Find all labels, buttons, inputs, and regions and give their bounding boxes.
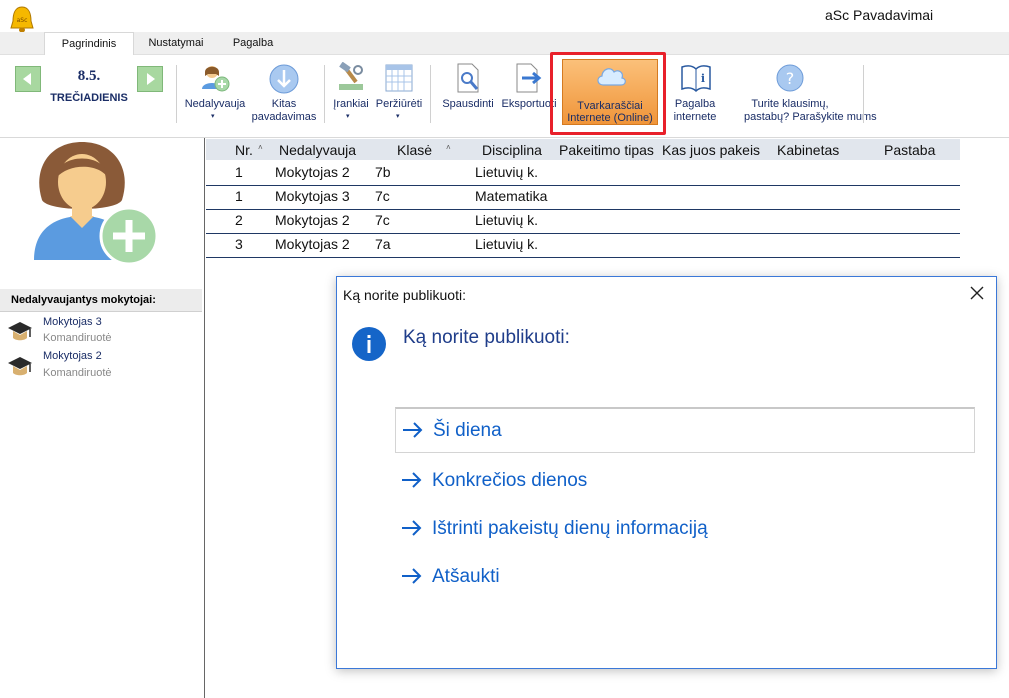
ribbon-separator [324, 65, 325, 123]
feedback-label-2[interactable]: pastabų? Parašykite mums [744, 111, 877, 123]
print-button[interactable]: Spausdinti [436, 98, 500, 110]
option-delete-info[interactable]: Ištrinti pakeistų dienų informaciją [395, 507, 975, 553]
tools-button[interactable]: Įrankiai [329, 98, 373, 110]
tab-pagalba[interactable]: Pagalba [222, 32, 284, 54]
cell-subject: Matematika [475, 188, 548, 204]
cell-subject: Lietuvių k. [475, 236, 539, 252]
svg-text:i: i [701, 72, 705, 85]
column-header-room[interactable]: Kabinetas [777, 142, 839, 158]
cell-class: 7c [375, 212, 390, 228]
svg-text:?: ? [786, 69, 795, 88]
ribbon-separator [430, 65, 431, 123]
sort-ascending-icon[interactable]: ˄ [446, 143, 451, 152]
sort-ascending-icon[interactable]: ˄ [258, 143, 263, 152]
grid-view-icon[interactable] [384, 62, 414, 94]
tools-icon[interactable] [336, 62, 366, 94]
publish-dialog: Ką norite publikuoti: Ką norite publikuo… [336, 276, 997, 669]
cell-nr: 1 [235, 188, 243, 204]
cell-teacher: Mokytojas 2 [275, 212, 350, 228]
ribbon-separator [863, 65, 864, 123]
print-preview-icon[interactable] [454, 62, 484, 94]
absent-teacher-reason: Komandiruotė [43, 367, 112, 379]
column-header-replacement[interactable]: Kas juos pakeis [662, 142, 760, 158]
dialog-heading: Ką norite publikuoti: [403, 327, 570, 348]
cell-teacher: Mokytojas 2 [275, 164, 350, 180]
cell-class: 7c [375, 188, 390, 204]
close-icon[interactable] [965, 281, 989, 305]
table-row[interactable]: 2 Mokytojas 2 7c Lietuvių k. [206, 209, 960, 234]
title-bar: aSc aSc Pavadavimai [0, 0, 1009, 33]
option-today-label: Ši diena [433, 420, 502, 441]
chevron-down-icon[interactable]: ▾ [346, 112, 350, 120]
table-row[interactable]: 1 Mokytojas 2 7b Lietuvių k. [206, 161, 960, 186]
column-header-change-type[interactable]: Pakeitimo tipas [559, 142, 654, 158]
cell-teacher: Mokytojas 2 [275, 236, 350, 252]
help-book-icon[interactable]: i [680, 63, 712, 93]
tab-nustatymai[interactable]: Nustatymai [138, 32, 214, 54]
tab-pagrindinis[interactable]: Pagrindinis [44, 32, 134, 55]
absent-teacher-name[interactable]: Mokytojas 2 [43, 350, 102, 362]
chevron-down-icon[interactable]: ▾ [396, 112, 400, 120]
option-cancel[interactable]: Atšaukti [395, 555, 975, 601]
absent-teacher-icon[interactable] [199, 62, 231, 94]
option-delete-info-label: Ištrinti pakeistų dienų informaciją [432, 518, 708, 539]
app-title: aSc Pavadavimai [825, 7, 934, 23]
column-header-class[interactable]: Klasė [397, 142, 432, 158]
cell-subject: Lietuvių k. [475, 164, 539, 180]
online-help-label-1[interactable]: Pagalba [666, 98, 724, 110]
info-icon [352, 327, 386, 361]
highlight-frame [550, 52, 666, 135]
online-help-label-2[interactable]: internete [666, 111, 724, 123]
column-header-absent[interactable]: Nedalyvauja [279, 142, 356, 158]
ribbon-tabs: Pagrindinis Nustatymai Pagalba [0, 32, 1009, 55]
views-button[interactable]: Peržiūrėti [374, 98, 424, 110]
ribbon-separator [176, 65, 177, 123]
option-specific-days[interactable]: Konkrečios dienos [395, 459, 975, 505]
absent-teachers-header: Nedalyvaujantys mokytojai: [0, 289, 202, 312]
chevron-down-icon[interactable]: ▾ [211, 112, 215, 120]
table-row[interactable]: 1 Mokytojas 3 7c Matematika [206, 185, 960, 210]
cell-nr: 2 [235, 212, 243, 228]
table-header: Nr. ˄ Nedalyvauja Klasė ˄ Disciplina Pak… [206, 139, 960, 160]
table-row[interactable]: 3 Mokytojas 2 7a Lietuvių k. [206, 233, 960, 258]
cell-teacher: Mokytojas 3 [275, 188, 350, 204]
cell-nr: 3 [235, 236, 243, 252]
option-specific-days-label: Konkrečios dienos [432, 470, 588, 491]
absent-teacher-reason: Komandiruotė [43, 332, 112, 344]
prev-day-button[interactable] [15, 66, 41, 92]
question-icon[interactable]: ? [775, 63, 805, 93]
feedback-label-1[interactable]: Turite klausimų, [744, 98, 836, 110]
next-substitution-label-1[interactable]: Kitas [250, 98, 318, 110]
absent-teachers-title: Nedalyvaujantys mokytojai: [11, 294, 156, 306]
option-cancel-label: Atšaukti [432, 566, 500, 587]
export-icon[interactable] [514, 62, 544, 94]
arrow-right-icon [403, 422, 423, 438]
arrow-right-icon [402, 472, 422, 488]
teacher-avatar-icon[interactable] [30, 138, 162, 268]
date-weekday: TREČIADIENIS [50, 92, 128, 104]
cell-nr: 1 [235, 164, 243, 180]
svg-text:aSc: aSc [17, 17, 28, 24]
next-substitution-label-2[interactable]: pavadavimas [248, 111, 320, 123]
date-number: 8.5. [77, 68, 101, 84]
ribbon: 8.5. TREČIADIENIS Nedalyvauja ▾ Kitas pa… [0, 55, 1009, 138]
option-today[interactable]: Ši diena [395, 407, 975, 453]
arrow-down-circle-icon[interactable] [268, 63, 300, 95]
cell-class: 7b [375, 164, 391, 180]
cell-class: 7a [375, 236, 391, 252]
cell-subject: Lietuvių k. [475, 212, 539, 228]
column-header-note[interactable]: Pastaba [884, 142, 935, 158]
column-header-subject[interactable]: Disciplina [482, 142, 542, 158]
left-pane [0, 138, 205, 698]
column-header-nr[interactable]: Nr. [235, 142, 253, 158]
graduation-cap-icon [8, 322, 32, 341]
dialog-title: Ką norite publikuoti: [343, 287, 466, 303]
absent-button[interactable]: Nedalyvauja [181, 98, 249, 110]
absent-teacher-name[interactable]: Mokytojas 3 [43, 316, 102, 328]
arrow-right-icon [402, 568, 422, 584]
next-day-button[interactable] [137, 66, 163, 92]
graduation-cap-icon [8, 357, 32, 376]
arrow-right-icon [402, 520, 422, 536]
